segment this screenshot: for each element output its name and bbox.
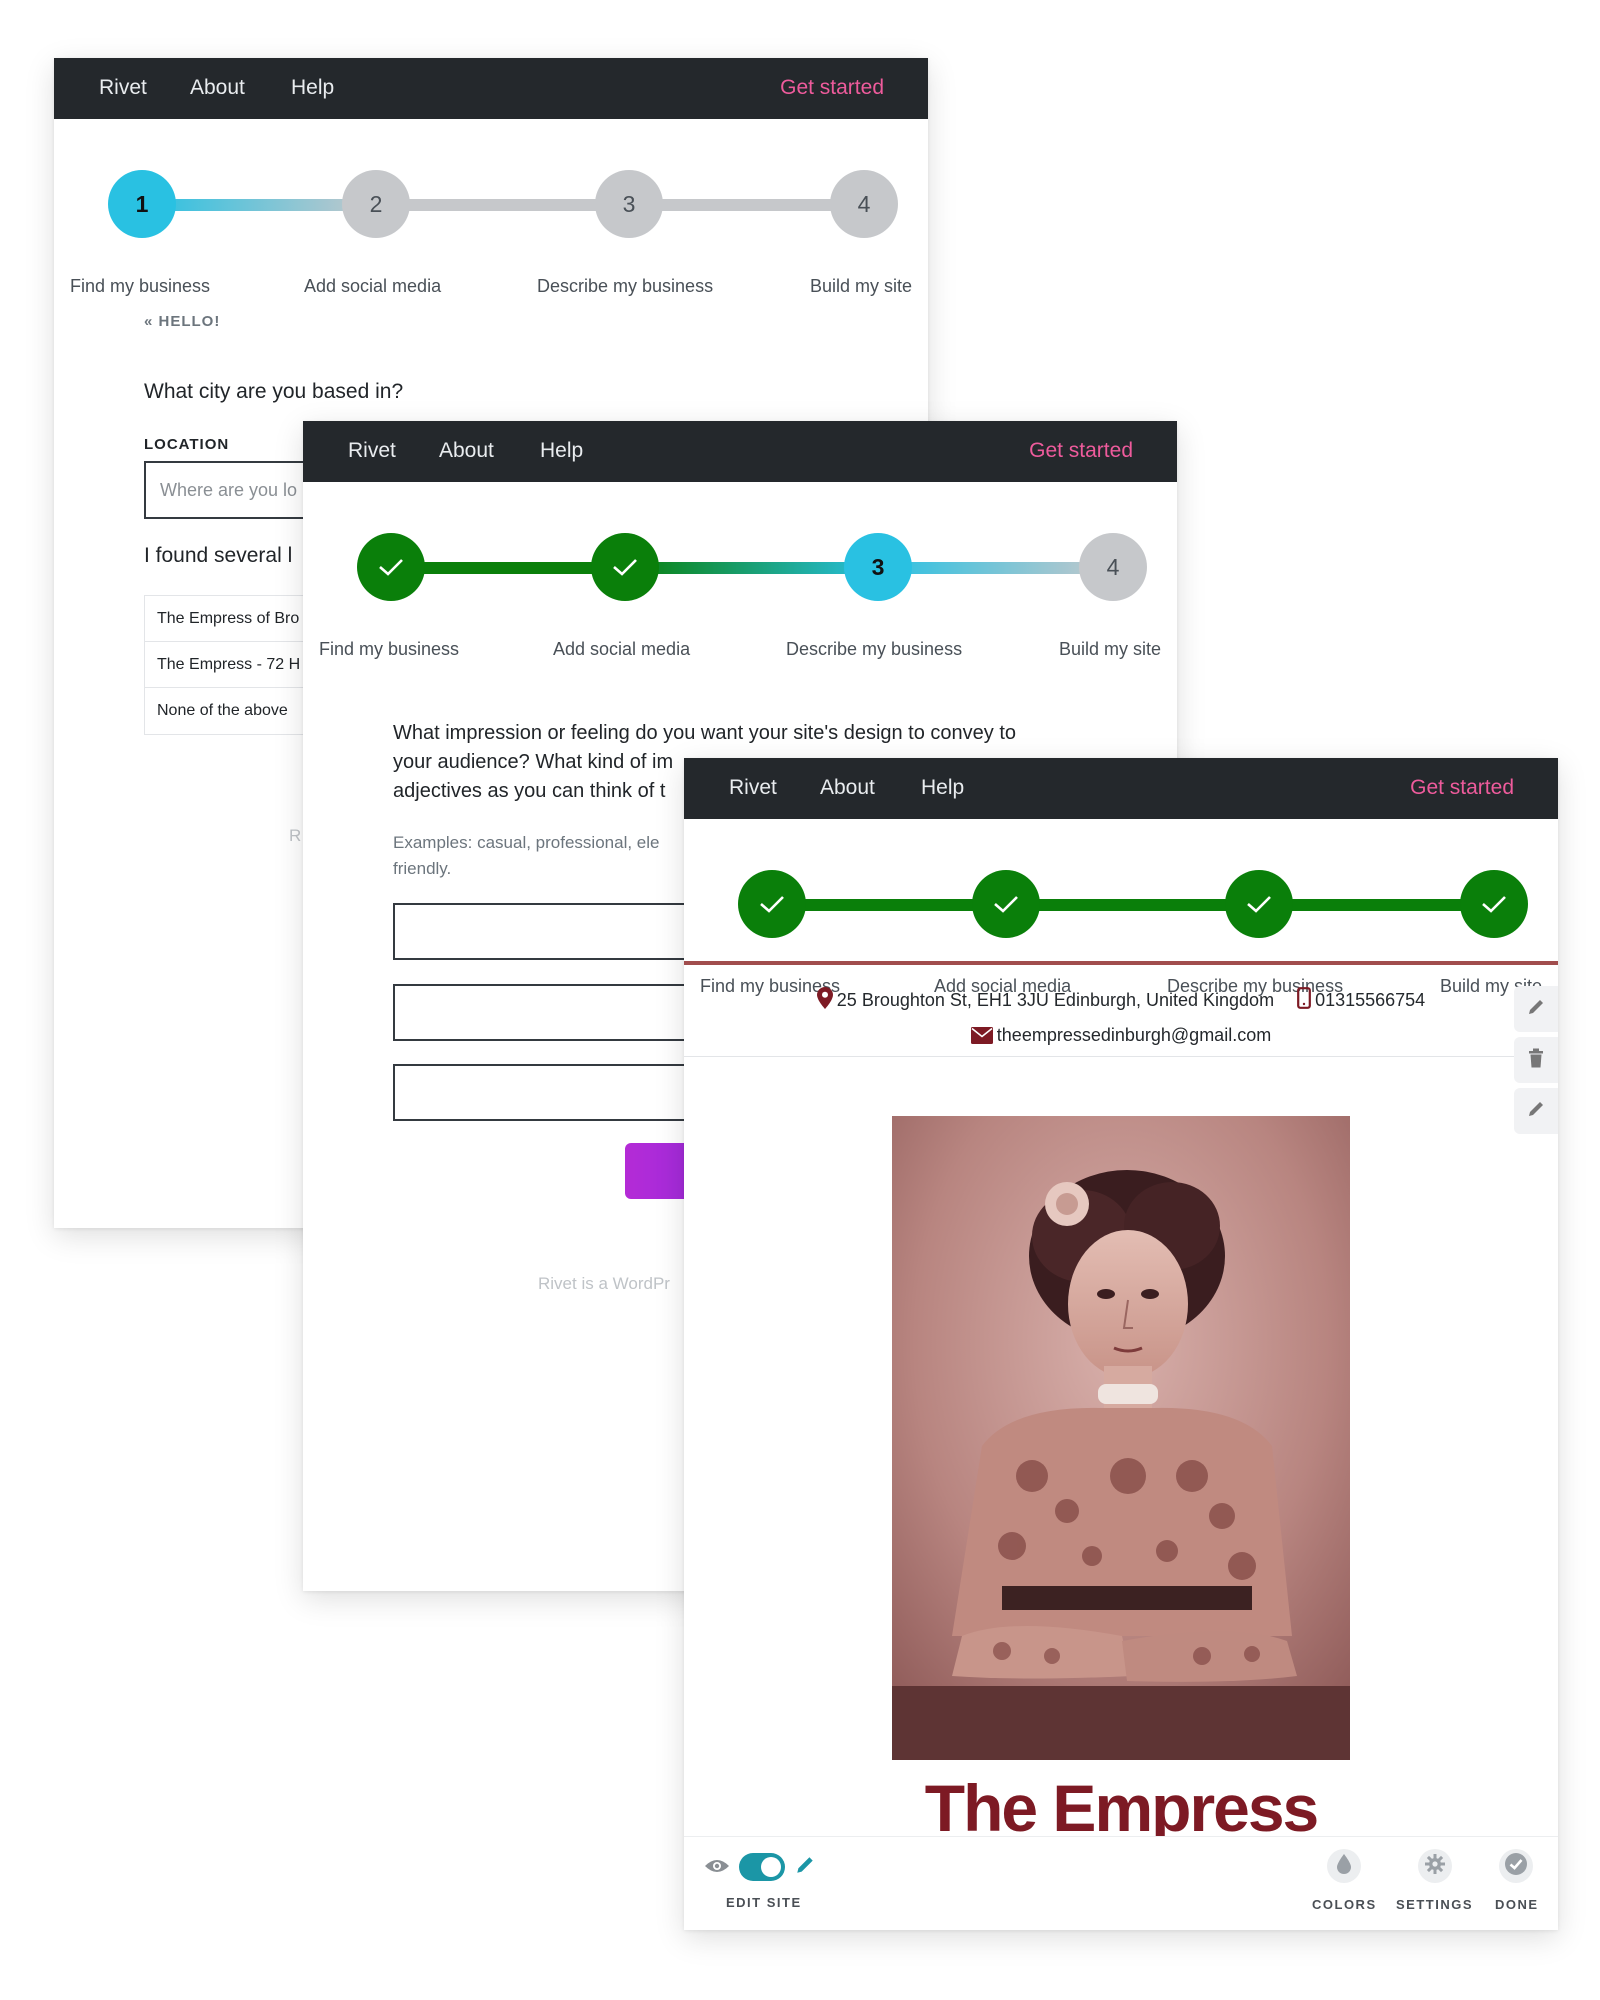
step-2-label: Add social media (304, 276, 442, 296)
progress-stepper: 3 4 Find my business Add social media De… (303, 482, 1177, 659)
map-pin-icon (816, 987, 833, 1014)
top-navbar: Rivet About Help Get started (54, 58, 928, 119)
address-text: 25 Broughton St, EH1 3JU Edinburgh, Unit… (836, 990, 1275, 1010)
nav-about-link[interactable]: About (820, 776, 875, 800)
done-button[interactable] (1499, 1849, 1533, 1883)
step-3-check-icon (1225, 870, 1293, 938)
footer-text: Rivet is a WordPr (538, 1274, 670, 1293)
contact-header: 25 Broughton St, EH1 3JU Edinburgh, Unit… (684, 965, 1558, 1057)
colors-button[interactable] (1327, 1849, 1361, 1883)
eye-icon[interactable] (704, 1857, 730, 1880)
hero-portrait-image (892, 1116, 1350, 1760)
settings-button[interactable] (1418, 1849, 1452, 1883)
step-3-circle: 3 (844, 533, 912, 601)
settings-label[interactable]: SETTINGS (1396, 1897, 1473, 1912)
nav-brand-link[interactable]: Rivet (99, 76, 147, 100)
step-3-circle: 3 (595, 170, 663, 238)
step-2-check-icon (591, 533, 659, 601)
step-4-label: Build my site (810, 276, 913, 296)
top-navbar: Rivet About Help Get started (684, 758, 1558, 819)
nav-help-link[interactable]: Help (291, 76, 334, 100)
back-breadcrumb[interactable]: « HELLO! (144, 313, 220, 330)
top-navbar: Rivet About Help Get started (303, 421, 1177, 482)
nav-brand-link[interactable]: Rivet (348, 439, 396, 463)
email-line: theempressedinburgh@gmail.com (684, 1025, 1558, 1049)
question-line: What impression or feeling do you want y… (393, 722, 1017, 744)
results-heading: I found several l (144, 544, 293, 567)
done-label[interactable]: DONE (1495, 1897, 1539, 1912)
envelope-icon (970, 1027, 993, 1049)
step-1-label: Find my business (70, 276, 211, 296)
step-connector (1008, 899, 1261, 911)
droplet-icon (1337, 1853, 1351, 1879)
edit-mode-toggle[interactable] (739, 1853, 785, 1881)
step-4-circle: 4 (1079, 533, 1147, 601)
step-connector (627, 562, 880, 574)
get-started-link[interactable]: Get started (780, 76, 884, 100)
nav-help-link[interactable]: Help (540, 439, 583, 463)
step-1-label: Find my business (319, 639, 460, 659)
nav-brand-link[interactable]: Rivet (729, 776, 777, 800)
colors-label[interactable]: COLORS (1312, 1897, 1377, 1912)
nav-about-link[interactable]: About (439, 439, 494, 463)
trash-icon (1527, 1048, 1545, 1073)
business-name-heading: The Empress (684, 1768, 1558, 1838)
edit-header-button[interactable] (1514, 986, 1558, 1032)
delete-section-button[interactable] (1514, 1037, 1558, 1083)
address-phone-line: 25 Broughton St, EH1 3JU Edinburgh, Unit… (684, 987, 1558, 1014)
step-3-label: Describe my business (537, 276, 714, 296)
email-text: theempressedinburgh@gmail.com (996, 1025, 1272, 1045)
pencil-icon[interactable] (794, 1854, 816, 1881)
progress-stepper: 1 2 3 4 Find my business Add social medi… (54, 119, 928, 296)
step-4-check-icon (1460, 870, 1528, 938)
nav-help-link[interactable]: Help (921, 776, 964, 800)
step-3-label: Describe my business (786, 639, 963, 659)
gear-icon (1424, 1853, 1446, 1880)
step-1-check-icon (357, 533, 425, 601)
step-connector (378, 199, 631, 211)
phone-icon (1297, 987, 1311, 1014)
step-4-circle: 4 (830, 170, 898, 238)
step-2-circle: 2 (342, 170, 410, 238)
site-builder-window: Rivet About Help Get started Find my bus… (684, 758, 1558, 1930)
business-name-text: The Empress (924, 1771, 1319, 1838)
step-2-check-icon (972, 870, 1040, 938)
edit-site-label: EDIT SITE (726, 1895, 802, 1910)
step-2-label: Add social media (553, 639, 691, 659)
get-started-link[interactable]: Get started (1029, 439, 1133, 463)
city-question: What city are you based in? (144, 380, 404, 403)
editor-toolbar: EDIT SITE COLORS SETTINGS DONE (684, 1836, 1558, 1930)
step-1-circle: 1 (108, 170, 176, 238)
step-1-check-icon (738, 870, 806, 938)
get-started-link[interactable]: Get started (1410, 776, 1514, 800)
footer-text: R (289, 826, 302, 845)
pencil-icon (1526, 1099, 1546, 1124)
progress-stepper: Find my business Add social media Descri… (684, 819, 1558, 996)
edit-image-button[interactable] (1514, 1088, 1558, 1134)
nav-about-link[interactable]: About (190, 76, 245, 100)
pencil-icon (1526, 997, 1546, 1022)
location-label: LOCATION (144, 436, 230, 453)
toggle-knob (761, 1857, 781, 1877)
check-circle-icon (1504, 1852, 1528, 1881)
phone-text: 01315566754 (1315, 990, 1426, 1010)
step-4-label: Build my site (1059, 639, 1162, 659)
